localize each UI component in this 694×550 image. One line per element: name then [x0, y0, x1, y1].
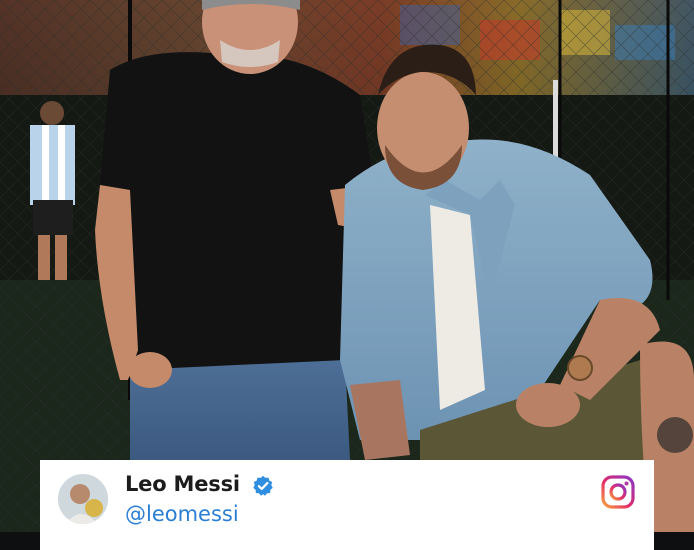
display-name[interactable]: Leo Messi: [125, 472, 240, 496]
verified-badge-icon: [252, 475, 274, 497]
avatar[interactable]: [58, 474, 108, 524]
post-header-card: Leo Messi @leomessi: [40, 460, 654, 550]
handle[interactable]: @leomessi: [125, 502, 239, 526]
instagram-icon[interactable]: [600, 474, 636, 510]
post-photo: [0, 0, 694, 532]
